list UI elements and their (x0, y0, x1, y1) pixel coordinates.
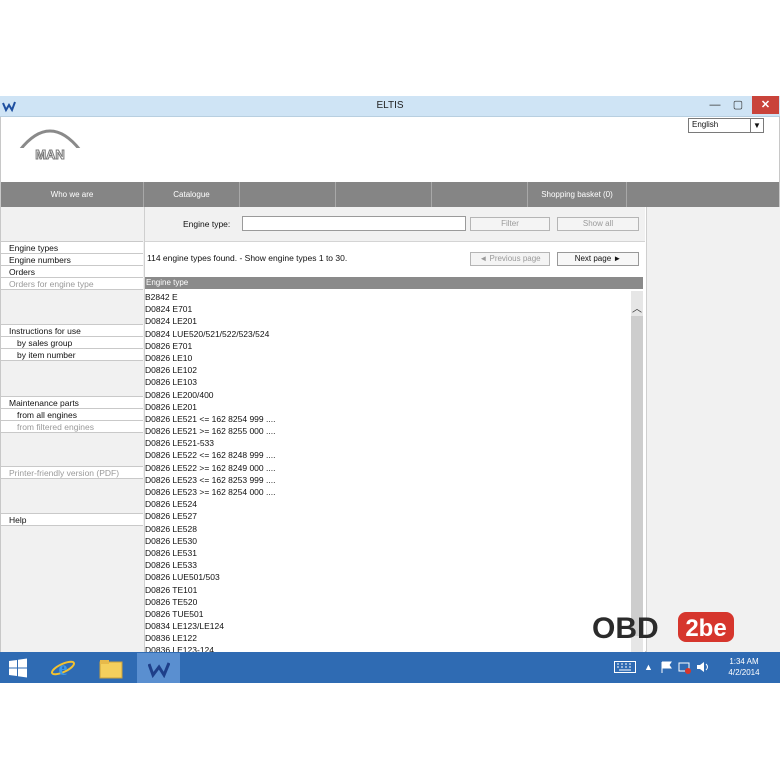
close-button[interactable]: ✕ (752, 96, 779, 114)
engine-type-row[interactable]: D0826 TUE501 (145, 608, 629, 620)
logo-text: MAN (35, 147, 65, 162)
app-logo-icon (2, 101, 16, 113)
engine-type-row[interactable]: D0826 TE101 (145, 584, 629, 596)
engine-type-row[interactable]: D0826 LE200/400 (145, 389, 629, 401)
nav-by-item-number[interactable]: by item number (1, 349, 143, 361)
engine-type-row[interactable]: D0826 LE522 >= 162 8249 000 .... (145, 462, 629, 474)
menu-empty-4 (627, 182, 779, 207)
menu-empty-1[interactable] (240, 182, 336, 207)
show-all-button[interactable]: Show all (557, 217, 639, 231)
engine-type-row[interactable]: D0826 LE533 (145, 559, 629, 571)
nav-by-sales-group[interactable]: by sales group (1, 337, 143, 349)
nav-printer-friendly[interactable]: Printer-friendly version (PDF) (1, 467, 143, 479)
filter-button[interactable]: Filter (470, 217, 550, 231)
clock-time: 1:34 AM (729, 657, 759, 666)
show-hidden-icons-icon[interactable]: ▲ (644, 660, 653, 691)
engine-type-row[interactable]: D0826 LE524 (145, 498, 629, 510)
action-center-flag-icon[interactable] (660, 661, 674, 674)
nav-engine-numbers[interactable]: Engine numbers (1, 254, 143, 266)
nav-orders-for-engine-type[interactable]: Orders for engine type (1, 278, 143, 290)
engine-type-row[interactable]: D0826 LE521 <= 162 8254 999 .... (145, 413, 629, 425)
engine-type-column-header: Engine type (145, 277, 643, 289)
scrollbar-thumb[interactable] (631, 316, 643, 636)
menu-who-we-are[interactable]: Who we are (1, 182, 144, 207)
svg-text:e: e (59, 658, 68, 680)
nav-help[interactable]: Help (1, 514, 143, 526)
minimize-button[interactable]: — (704, 96, 726, 114)
engine-type-row[interactable]: D0826 E701 (145, 340, 629, 352)
engine-type-row[interactable]: D0826 LE523 >= 162 8254 000 .... (145, 486, 629, 498)
eltis-taskbar-icon (148, 662, 170, 678)
engine-type-row[interactable]: D0826 LE521-533 (145, 437, 629, 449)
windows-start-icon[interactable] (8, 658, 28, 678)
nav-engine-types[interactable]: Engine types (1, 242, 143, 254)
menu-empty-3[interactable] (432, 182, 528, 207)
engine-type-input[interactable] (242, 216, 466, 231)
maximize-button[interactable]: ▢ (727, 96, 749, 114)
watermark-text-1: OBD (592, 612, 659, 645)
nav-maintenance-parts[interactable]: Maintenance parts (1, 397, 143, 409)
nav-from-all-engines[interactable]: from all engines (1, 409, 143, 421)
menu-empty-2[interactable] (336, 182, 432, 207)
engine-type-row[interactable]: D0826 LE522 <= 162 8248 999 .... (145, 449, 629, 461)
language-value: English (692, 120, 719, 129)
engine-type-row[interactable]: D0826 LE527 (145, 510, 629, 522)
engine-type-list: B2842 E D0824 E701 D0824 LE201 D0824 LUE520… (145, 291, 629, 652)
engine-type-row[interactable]: D0836 LE122 (145, 632, 629, 644)
engine-type-row[interactable]: D0826 LUE501/503 (145, 571, 629, 583)
language-select[interactable]: English ▼ (688, 118, 764, 133)
file-explorer-icon[interactable] (98, 658, 124, 680)
keyboard-icon[interactable] (614, 661, 636, 673)
next-page-button[interactable]: Next page ► (557, 252, 639, 266)
results-summary: 114 engine types found. - Show engine ty… (147, 253, 348, 263)
engine-type-row[interactable]: D0836 LE123-124 (145, 644, 629, 652)
engine-type-label: Engine type: (183, 219, 231, 229)
volume-icon[interactable] (696, 660, 710, 674)
engine-type-row[interactable]: D0826 LE521 >= 162 8255 000 .... (145, 425, 629, 437)
engine-type-row[interactable]: D0826 LE201 (145, 401, 629, 413)
engine-type-row[interactable]: D0826 TE520 (145, 596, 629, 608)
nav-instructions-for-use[interactable]: Instructions for use (1, 325, 143, 337)
chevron-down-icon[interactable]: ▼ (750, 119, 763, 132)
clock-date: 4/2/2014 (728, 668, 760, 677)
system-clock[interactable]: 1:34 AM 4/2/2014 (716, 656, 772, 678)
right-panel (646, 207, 780, 652)
menu-shopping-basket[interactable]: Shopping basket (0) (528, 182, 627, 207)
engine-type-row[interactable]: D0826 LE102 (145, 364, 629, 376)
internet-explorer-icon[interactable]: e (50, 656, 76, 680)
engine-type-row[interactable]: D0824 LUE520/521/522/523/524 (145, 328, 629, 340)
engine-type-row[interactable]: B2842 E (145, 291, 629, 303)
menu-catalogue[interactable]: Catalogue (144, 182, 240, 207)
engine-type-row[interactable]: D0826 LE528 (145, 523, 629, 535)
title-bar[interactable]: ELTIS (0, 96, 780, 117)
window-title: ELTIS (376, 100, 404, 111)
engine-type-row[interactable]: D0824 E701 (145, 303, 629, 315)
obd2be-watermark: OBD 2be (592, 612, 734, 645)
engine-type-row[interactable]: D0826 LE10 (145, 352, 629, 364)
previous-page-button[interactable]: ◄ Previous page (470, 252, 550, 266)
engine-type-row[interactable]: D0826 LE523 <= 162 8253 999 .... (145, 474, 629, 486)
watermark-text-2: 2be (685, 615, 726, 642)
man-logo: MAN (18, 129, 82, 162)
engine-type-row[interactable]: D0826 LE103 (145, 376, 629, 388)
nav-orders[interactable]: Orders (1, 266, 143, 278)
engine-type-row[interactable]: D0834 LE123/LE124 (145, 620, 629, 632)
nav-from-filtered-engines[interactable]: from filtered engines (1, 421, 143, 433)
engine-type-row[interactable]: D0824 LE201 (145, 315, 629, 327)
network-icon[interactable] (678, 660, 692, 674)
engine-type-row[interactable]: D0826 LE531 (145, 547, 629, 559)
scroll-up-icon[interactable]: ︿ (631, 300, 643, 315)
engine-type-row[interactable]: D0826 LE530 (145, 535, 629, 547)
